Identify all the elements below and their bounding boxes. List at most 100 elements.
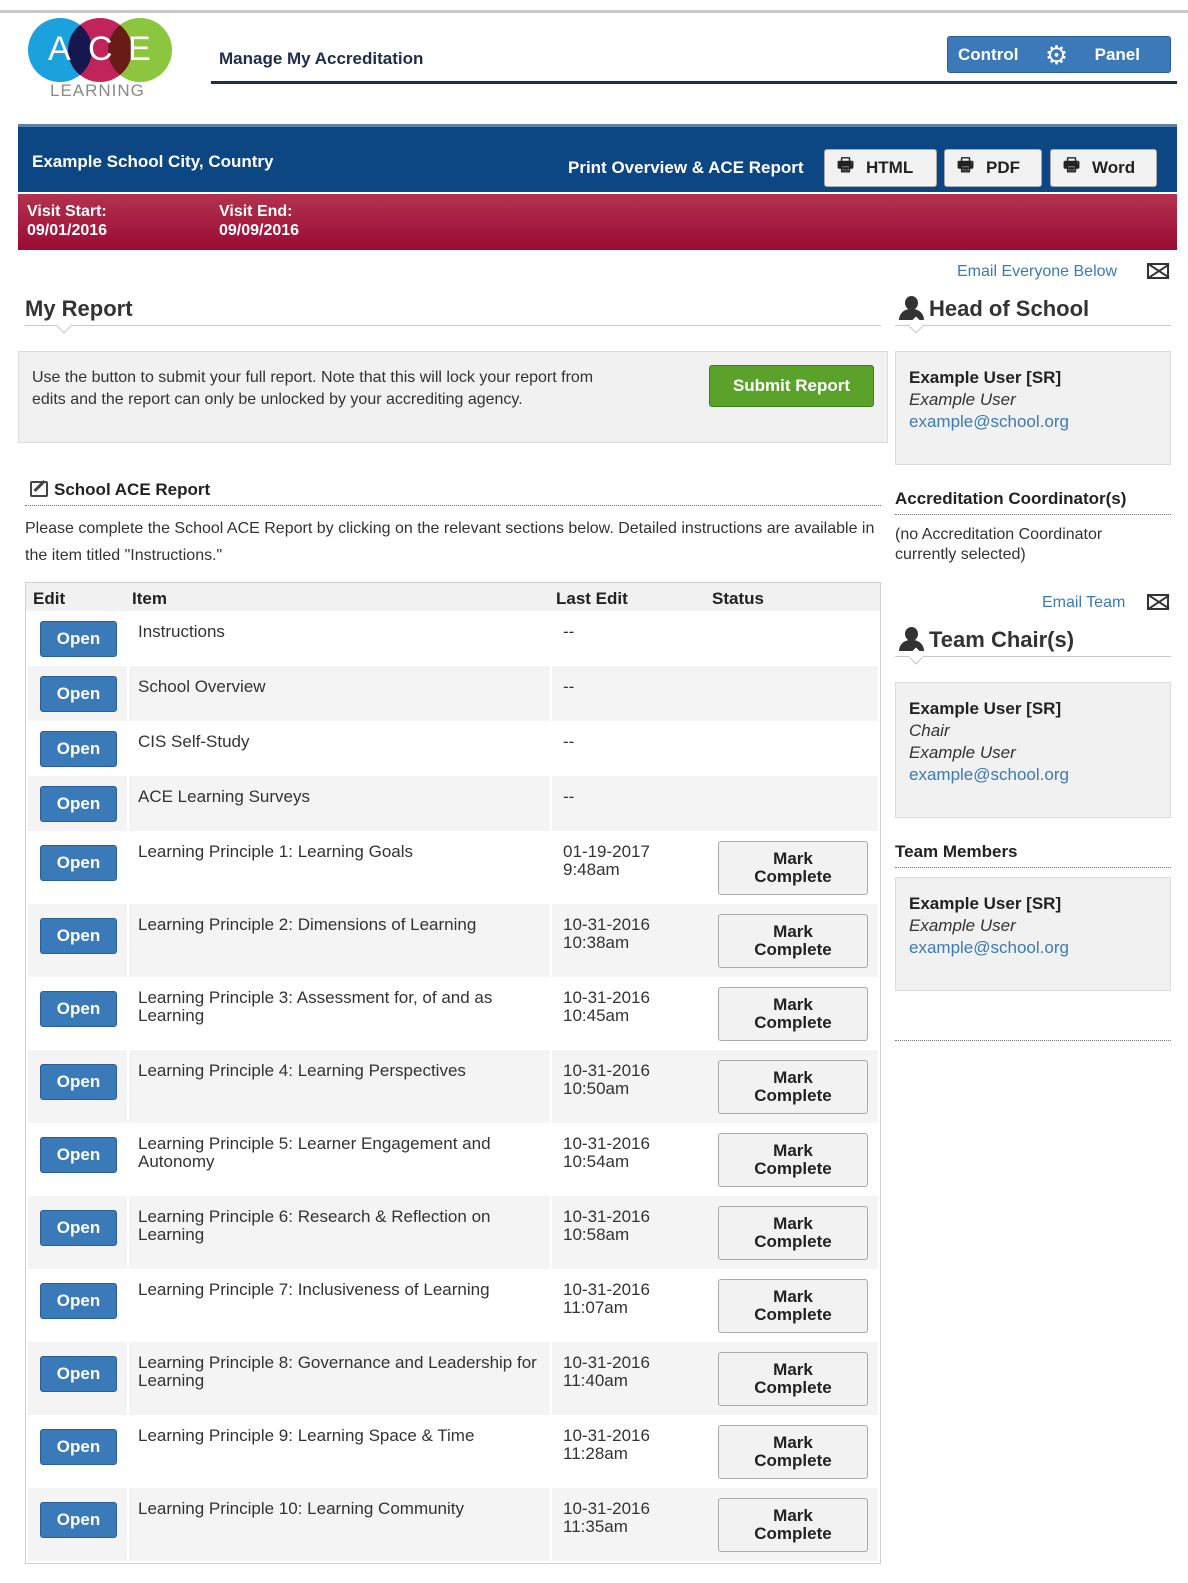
member-email[interactable]: example@school.org (909, 938, 1069, 958)
last-edit: 10-31-2016 11:28am (563, 1427, 650, 1463)
open-button[interactable]: Open (40, 918, 117, 954)
mark-complete-button[interactable]: Mark Complete (718, 1279, 868, 1333)
table-header: Edit Item Last Edit Status (26, 583, 880, 611)
mark-complete-button[interactable]: Mark Complete (718, 914, 868, 968)
open-button[interactable]: Open (40, 621, 117, 657)
open-button[interactable]: Open (40, 845, 117, 881)
item-label: Learning Principle 3: Assessment for, of… (138, 988, 493, 1025)
school-ace-report-title: School ACE Report (30, 479, 210, 500)
person-icon (898, 296, 924, 322)
members-rule (895, 867, 1171, 868)
gear-icon: ⚙ (1044, 39, 1069, 70)
my-report-heading: My Report (25, 296, 133, 321)
mark-complete-button[interactable]: Mark Complete (718, 1206, 868, 1260)
open-button[interactable]: Open (40, 1502, 117, 1538)
logo-letter-c: C (88, 30, 113, 68)
table-row: Open Instructions -- (28, 611, 878, 666)
last-edit-time: 10:38am (563, 933, 630, 952)
top-border (0, 10, 1188, 13)
status-cell (552, 611, 878, 666)
header-edit: Edit (33, 589, 66, 608)
last-edit: 10-31-2016 10:58am (563, 1208, 650, 1244)
chair-email[interactable]: example@school.org (909, 765, 1069, 785)
member-role: Example User (909, 916, 1016, 935)
mark-complete-button[interactable]: Mark Complete (718, 987, 868, 1041)
submit-report-button[interactable]: Submit Report (709, 365, 874, 407)
head-name: Example User [SR] (909, 368, 1062, 387)
open-button[interactable]: Open (40, 1429, 117, 1465)
ace-learning-logo[interactable]: A C E LEARNING (28, 18, 173, 103)
status-cell (552, 721, 878, 776)
mark-complete-button[interactable]: Mark Complete (718, 1498, 868, 1552)
mark-complete-button[interactable]: Mark Complete (718, 1133, 868, 1187)
submit-description: Use the button to submit your full repor… (32, 369, 594, 408)
last-edit: -- (563, 733, 574, 751)
table-row: Open Learning Principle 7: Inclusiveness … (28, 1269, 878, 1342)
last-edit-time: 11:40am (563, 1371, 628, 1390)
mail-icon[interactable] (1147, 263, 1169, 279)
mark-complete-button[interactable]: Mark Complete (718, 1060, 868, 1114)
visit-end: Visit End: 09/09/2016 (219, 202, 299, 240)
open-button[interactable]: Open (40, 676, 117, 712)
visit-end-date: 09/09/2016 (219, 222, 300, 239)
head-email[interactable]: example@school.org (909, 412, 1069, 432)
item-label: CIS Self-Study (138, 732, 250, 751)
last-edit-date: 10-31-2016 (563, 1061, 650, 1080)
mail-icon[interactable] (1147, 594, 1169, 610)
table-row: Open Learning Principle 9: Learning Space… (28, 1415, 878, 1488)
open-button[interactable]: Open (40, 731, 117, 767)
control-panel-button[interactable]: Control ⚙ Panel (947, 36, 1171, 73)
team-members-heading: Team Members (895, 842, 1018, 861)
control-label: Control (958, 44, 1019, 64)
item-label: Learning Principle 5: Learner Engagement… (138, 1134, 491, 1171)
table-row: Open Learning Principle 8: Governance and… (28, 1342, 878, 1415)
last-edit: 10-31-2016 11:40am (563, 1354, 650, 1390)
open-button[interactable]: Open (40, 991, 117, 1027)
open-button[interactable]: Open (40, 1356, 117, 1392)
last-edit: 10-31-2016 10:50am (563, 1062, 650, 1098)
logo-letter-a: A (48, 30, 71, 68)
head-of-school-heading: Head of School (929, 296, 1090, 321)
page-title: Manage My Accreditation (219, 49, 424, 68)
mark-complete-button[interactable]: Mark Complete (718, 841, 868, 895)
visit-start-date: 09/01/2016 (27, 222, 108, 239)
open-button[interactable]: Open (40, 1283, 117, 1319)
print-word-button[interactable]: 🖶 Word (1050, 149, 1157, 187)
print-pdf-button[interactable]: 🖶 PDF (944, 149, 1042, 187)
email-everyone-link[interactable]: Email Everyone Below (957, 263, 1117, 281)
open-button[interactable]: Open (40, 1137, 117, 1173)
team-chair-heading: Team Chair(s) (929, 627, 1075, 652)
table-row: Open ACE Learning Surveys -- (28, 776, 878, 831)
mark-complete-button[interactable]: Mark Complete (718, 1425, 868, 1479)
item-label: Learning Principle 8: Governance and Lea… (138, 1353, 537, 1390)
last-edit: -- (563, 678, 574, 696)
last-edit: 10-31-2016 10:38am (563, 916, 650, 952)
panel-label: Panel (1094, 44, 1140, 64)
header-status: Status (712, 589, 764, 608)
last-edit-time: 10:50am (563, 1079, 630, 1098)
print-html-button[interactable]: 🖶 HTML (824, 149, 937, 187)
table-row: Open CIS Self-Study -- (28, 721, 878, 776)
open-button[interactable]: Open (40, 786, 117, 822)
submit-report-panel: Use the button to submit your full repor… (18, 351, 888, 443)
last-edit-date: -- (563, 787, 575, 806)
chair-role: Example User (909, 743, 1016, 762)
email-team-link[interactable]: Email Team (1042, 594, 1125, 612)
item-label: Learning Principle 6: Research & Reflect… (138, 1207, 491, 1244)
last-edit-date: 10-31-2016 (563, 915, 650, 934)
head-of-school-card: Example User [SR] Example User example@s… (895, 351, 1171, 465)
visit-end-label: Visit End: (219, 203, 293, 220)
person-icon (898, 627, 924, 653)
visit-start: Visit Start: 09/01/2016 (27, 202, 107, 240)
coordinator-rule (895, 514, 1171, 515)
item-label: Learning Principle 4: Learning Perspecti… (138, 1061, 466, 1080)
last-edit-date: 10-31-2016 (563, 1134, 650, 1153)
logo-letter-e: E (128, 30, 151, 68)
last-edit: 10-31-2016 11:07am (563, 1281, 650, 1317)
open-button[interactable]: Open (40, 1210, 117, 1246)
mark-complete-button[interactable]: Mark Complete (718, 1352, 868, 1406)
last-edit-date: 10-31-2016 (563, 1353, 650, 1372)
member-name: Example User [SR] (909, 894, 1062, 913)
open-button[interactable]: Open (40, 1064, 117, 1100)
team-member-card: Example User [SR] Example User example@s… (895, 877, 1171, 991)
